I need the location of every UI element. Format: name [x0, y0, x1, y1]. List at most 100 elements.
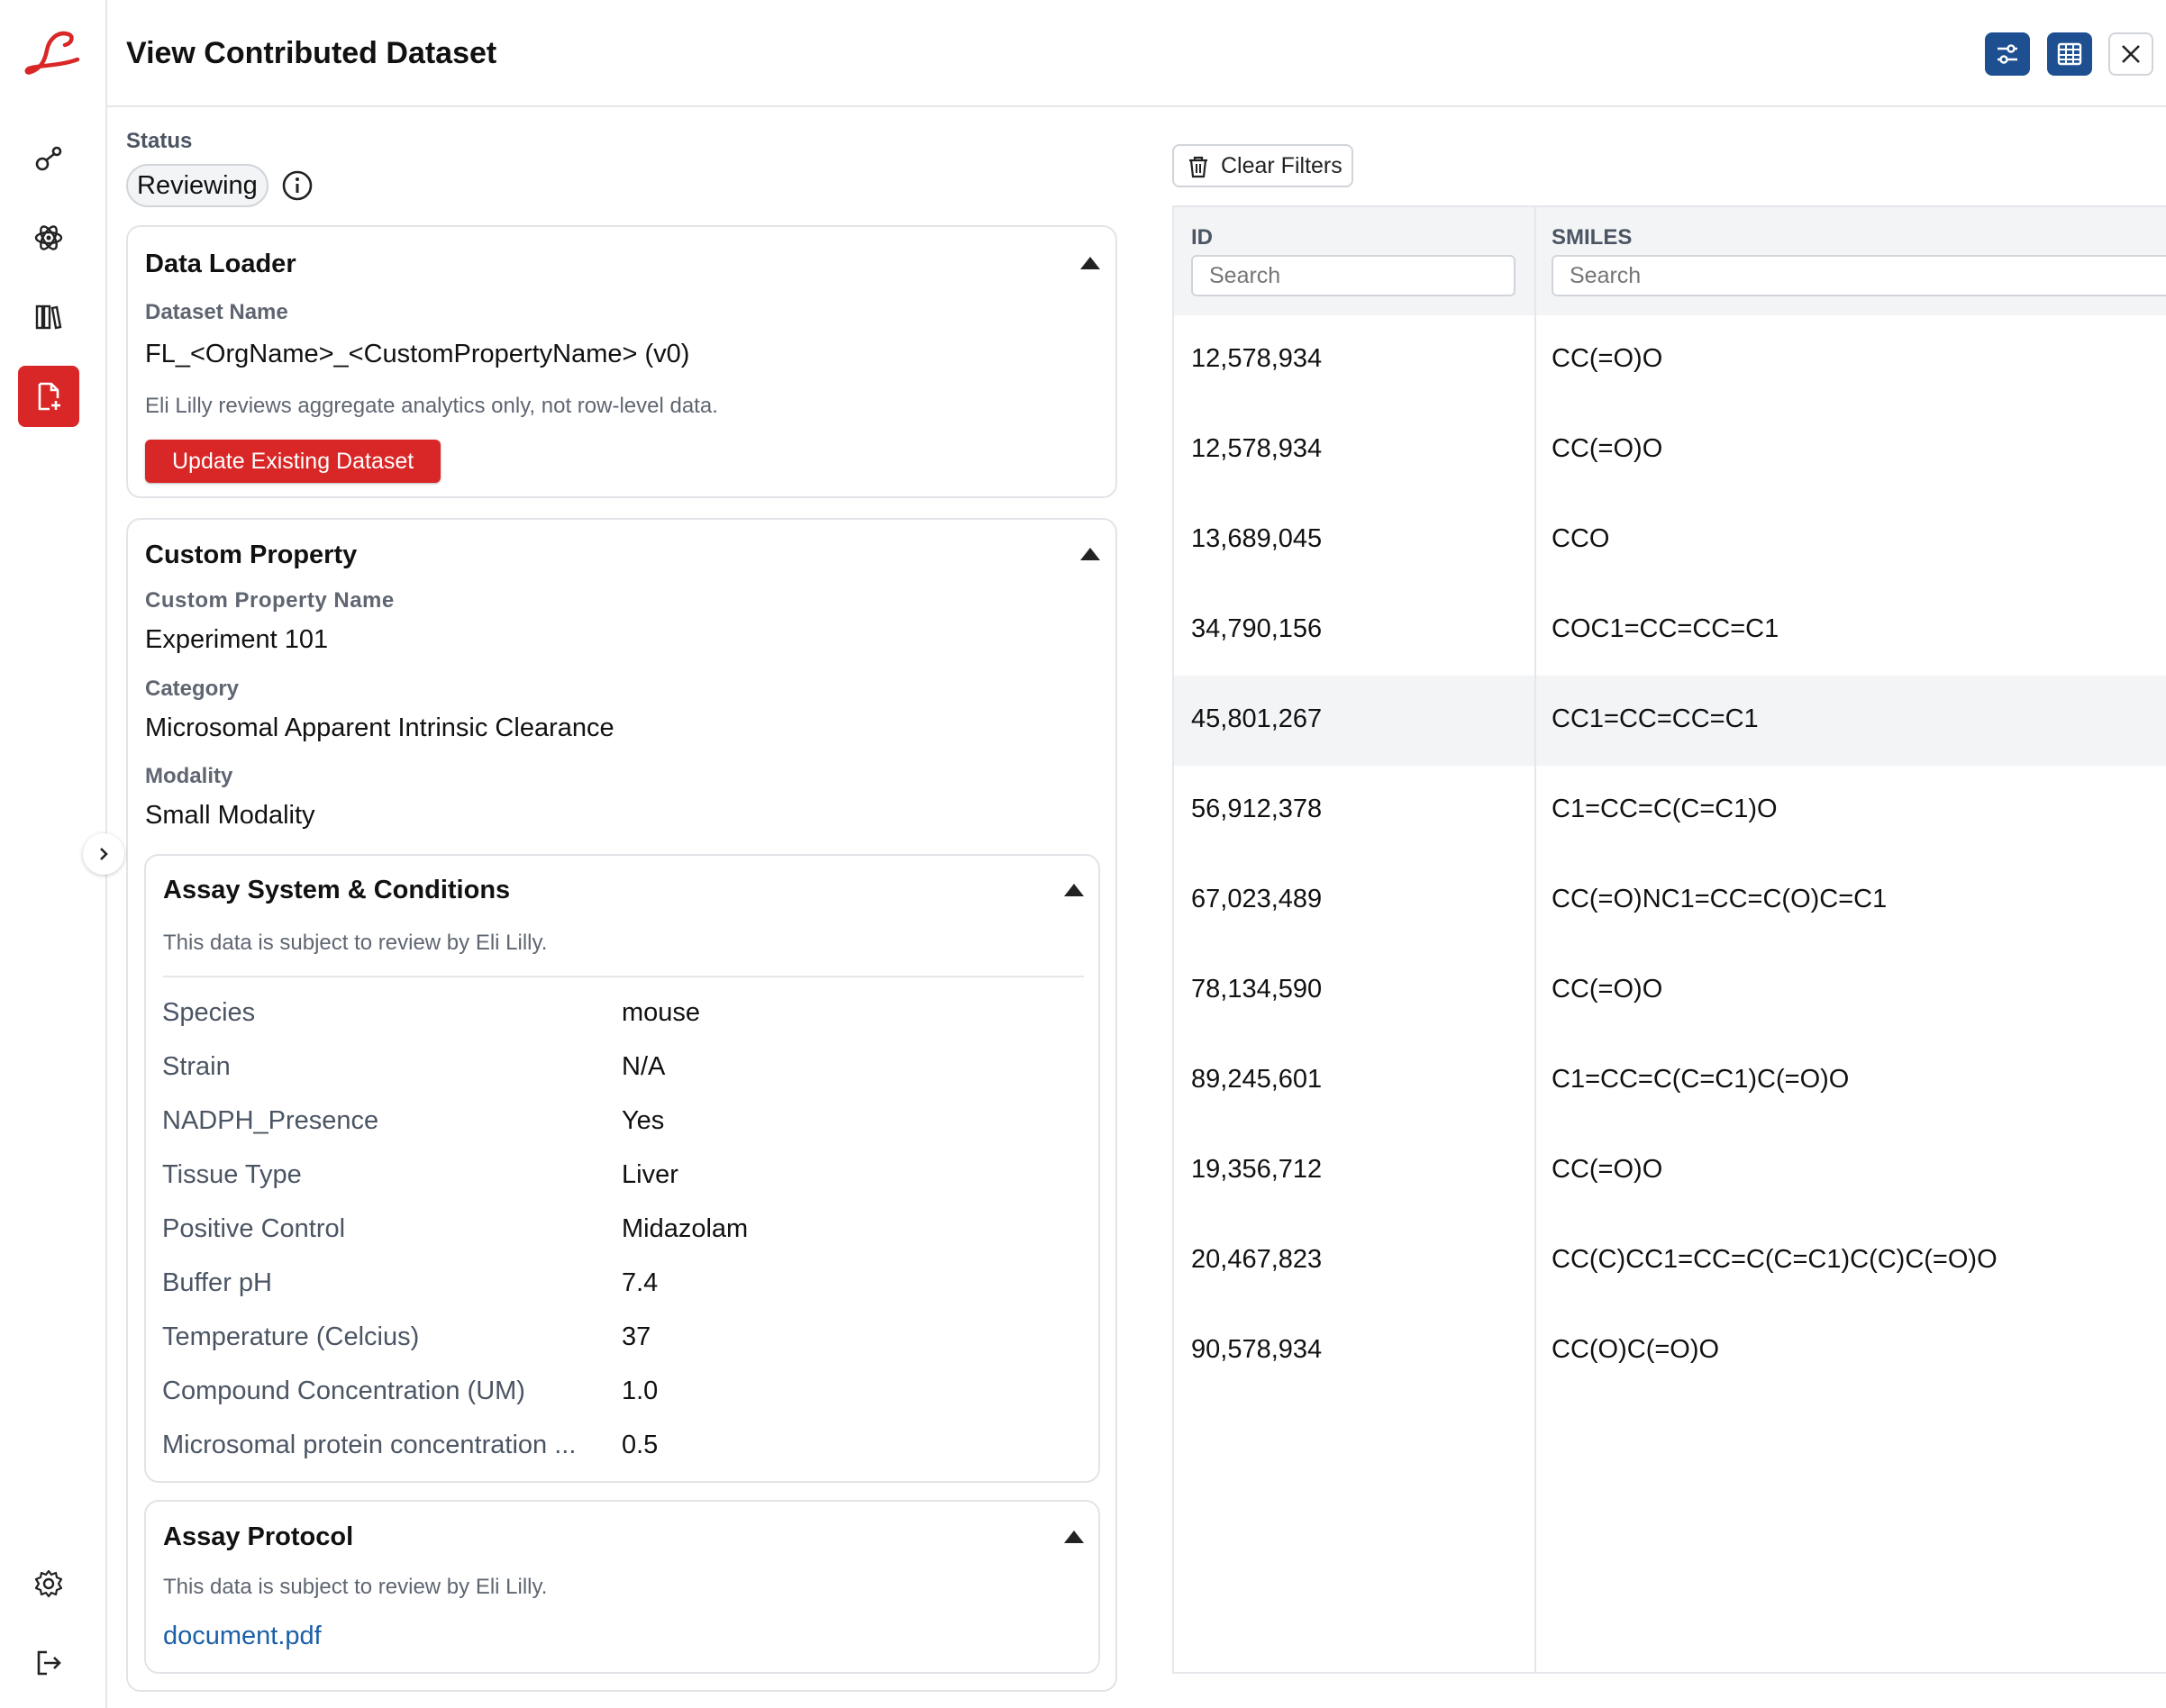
assay-key: NADPH_Presence — [162, 1106, 379, 1135]
category-label: Category — [145, 677, 240, 701]
table-view-button[interactable] — [2047, 32, 2092, 76]
assay-value: N/A — [622, 1052, 666, 1081]
cell-id: 34,790,156 — [1191, 614, 1323, 643]
table-row[interactable]: 90,578,934 CC(O)C(=O)O — [1174, 1306, 2166, 1396]
molecule-nav-button[interactable] — [18, 128, 79, 189]
cell-id: 12,578,934 — [1191, 434, 1323, 463]
cell-id: 56,912,378 — [1191, 795, 1323, 823]
table-row[interactable]: 78,134,590 CC(=O)O — [1174, 946, 2166, 1036]
contribute-dataset-nav-button[interactable] — [18, 366, 79, 427]
update-existing-dataset-button[interactable]: Update Existing Dataset — [145, 440, 441, 483]
atom-nav-button[interactable] — [18, 207, 79, 268]
clear-filters-button[interactable]: Clear Filters — [1172, 144, 1353, 187]
assay-row: Tissue Type Liver — [162, 1148, 1063, 1202]
settings-nav-button[interactable] — [18, 1553, 79, 1614]
chevron-right-icon — [100, 848, 108, 860]
cell-smiles: COC1=CC=CC=C1 — [1552, 614, 1779, 643]
dataset-name-label: Dataset Name — [145, 300, 288, 324]
assay-key: Species — [162, 998, 256, 1027]
modality-label: Modality — [145, 764, 233, 788]
assay-key: Strain — [162, 1052, 231, 1081]
assay-value: Yes — [622, 1106, 665, 1135]
collapse-assay-protocol-icon[interactable] — [1064, 1531, 1084, 1543]
collapse-assay-system-icon[interactable] — [1064, 884, 1084, 896]
cell-id: 89,245,601 — [1191, 1065, 1323, 1094]
cell-smiles: CCO — [1552, 524, 1610, 553]
trash-icon — [1189, 156, 1207, 178]
atom-icon — [34, 225, 63, 250]
gear-icon — [34, 1569, 63, 1598]
cell-id: 45,801,267 — [1191, 704, 1323, 733]
assay-row: Temperature (Celcius) 37 — [162, 1310, 1063, 1364]
cell-id: 67,023,489 — [1191, 885, 1323, 913]
assay-key: Buffer pH — [162, 1268, 272, 1297]
table-row[interactable]: 13,689,045 CCO — [1174, 495, 2166, 586]
protocol-file-link[interactable]: document.pdf — [163, 1622, 322, 1651]
column-header-smiles: SMILES — [1552, 225, 1633, 250]
cell-smiles: CC(=O)O — [1552, 1155, 1663, 1184]
table-row[interactable]: 56,912,378 C1=CC=C(C=C1)O — [1174, 766, 2166, 856]
custom-property-name-label: Custom Property Name — [145, 588, 395, 613]
table-row[interactable]: 20,467,823 CC(C)CC1=CC=C(C=C1)C(C)C(=O)O — [1174, 1216, 2166, 1306]
dataset-name-value: FL_<OrgName>_<CustomPropertyName> (v0) — [145, 340, 690, 368]
table-row-hovered[interactable]: 45,801,267 CC1=CC=CC=C1 — [1174, 676, 2166, 766]
smiles-search-input[interactable] — [1552, 255, 2166, 296]
table-row[interactable]: 12,578,934 CC(=O)O — [1174, 315, 2166, 405]
cell-smiles: C1=CC=C(C=C1)O — [1552, 795, 1778, 823]
table-row[interactable]: 89,245,601 C1=CC=C(C=C1)C(=O)O — [1174, 1036, 2166, 1126]
close-icon — [2122, 45, 2140, 63]
data-loader-card: Data Loader Dataset Name FL_<OrgName>_<C… — [126, 225, 1117, 498]
assay-protocol-note: This data is subject to review by Eli Li… — [163, 1575, 548, 1599]
collapse-custom-property-icon[interactable] — [1080, 548, 1100, 560]
assay-value: 37 — [622, 1322, 651, 1351]
cell-id: 19,356,712 — [1191, 1155, 1323, 1184]
assay-row: Species mouse — [162, 986, 1063, 1040]
assay-row: Strain N/A — [162, 1040, 1063, 1094]
assay-system-divider — [163, 976, 1084, 977]
filter-settings-button[interactable] — [1985, 32, 2030, 76]
assay-protocol-title: Assay Protocol — [163, 1522, 354, 1551]
status-badge: Reviewing — [126, 164, 268, 207]
assay-key: Tissue Type — [162, 1160, 302, 1189]
table-row[interactable]: 67,023,489 CC(=O)NC1=CC=C(O)C=C1 — [1174, 856, 2166, 946]
modality-value: Small Modality — [145, 801, 315, 830]
assay-key: Microsomal protein concentration ... — [162, 1431, 577, 1459]
assay-key: Positive Control — [162, 1214, 346, 1243]
assay-system-title: Assay System & Conditions — [163, 876, 511, 904]
assay-value: 0.5 — [622, 1431, 659, 1459]
data-loader-note: Eli Lilly reviews aggregate analytics on… — [145, 394, 718, 418]
table-row[interactable]: 34,790,156 COC1=CC=CC=C1 — [1174, 586, 2166, 676]
table-row[interactable]: 19,356,712 CC(=O)O — [1174, 1126, 2166, 1216]
data-loader-title: Data Loader — [145, 250, 296, 278]
cell-smiles: CC(C)CC1=CC=C(C=C1)C(C)C(=O)O — [1552, 1245, 1998, 1274]
cell-smiles: CC(O)C(=O)O — [1552, 1335, 1720, 1364]
cell-smiles: CC(=O)O — [1552, 344, 1663, 373]
cell-smiles: CC(=O)NC1=CC=C(O)C=C1 — [1552, 885, 1888, 913]
close-button[interactable] — [2108, 32, 2153, 76]
info-icon[interactable] — [281, 169, 314, 202]
status-label: Status — [126, 129, 193, 153]
id-search-input[interactable] — [1191, 255, 1515, 296]
assay-value: 1.0 — [622, 1376, 659, 1405]
logout-nav-button[interactable] — [18, 1632, 79, 1694]
assay-row: Positive Control Midazolam — [162, 1202, 1063, 1256]
library-nav-button[interactable] — [18, 286, 79, 348]
expand-sidebar-button[interactable] — [83, 833, 124, 875]
table-icon — [2057, 42, 2082, 66]
logout-icon — [37, 1650, 61, 1676]
column-header-id: ID — [1191, 225, 1213, 250]
assay-value: 7.4 — [622, 1268, 659, 1297]
page-title: View Contributed Dataset — [126, 36, 497, 70]
molecule-icon — [35, 146, 62, 171]
custom-property-name-value: Experiment 101 — [145, 625, 329, 654]
collapse-data-loader-icon[interactable] — [1080, 257, 1100, 269]
table-header: ID SMILES — [1174, 207, 2166, 315]
page-header: View Contributed Dataset — [107, 0, 2166, 107]
cell-smiles: CC(=O)O — [1552, 434, 1663, 463]
library-icon — [35, 304, 62, 330]
assay-row: Compound Concentration (UM) 1.0 — [162, 1364, 1063, 1418]
table-row[interactable]: 12,578,934 CC(=O)O — [1174, 405, 2166, 495]
cell-smiles: CC(=O)O — [1552, 975, 1663, 1004]
assay-row: NADPH_Presence Yes — [162, 1094, 1063, 1148]
dataset-table: ID SMILES 12,578,934 CC(=O)O 12,578,934 CC… — [1172, 205, 2166, 1674]
